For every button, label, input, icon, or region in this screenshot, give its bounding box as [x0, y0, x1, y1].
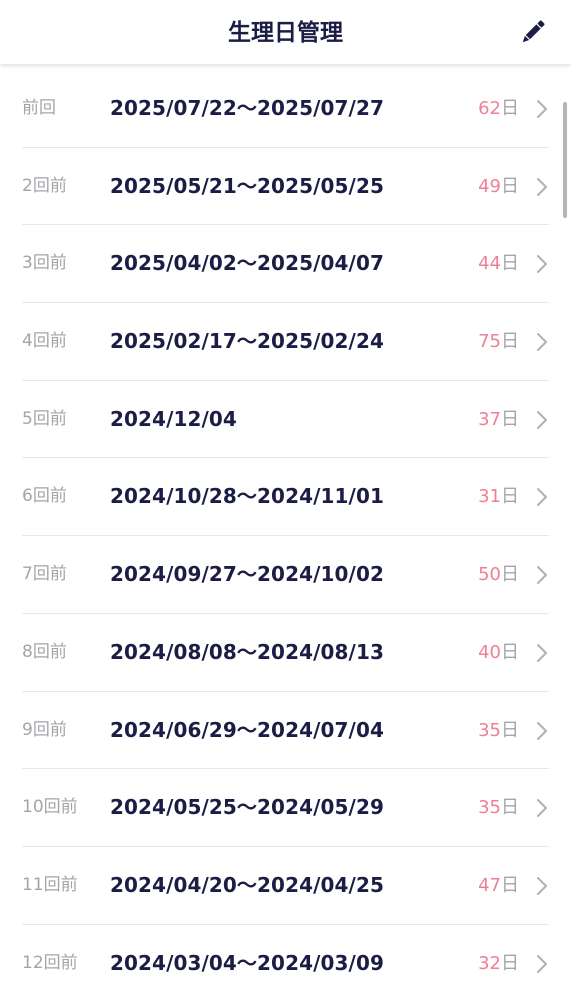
- chevron-right-icon: [537, 177, 547, 196]
- cycle-days-value: 35: [478, 719, 501, 741]
- cycle-length: 35日: [478, 692, 519, 770]
- record-dates: 2024/05/25〜2024/05/29: [110, 795, 384, 820]
- cycle-days-unit: 日: [501, 874, 519, 896]
- cycle-days-value: 31: [478, 486, 501, 508]
- record-dates: 2025/05/21〜2025/05/25: [110, 173, 384, 198]
- pencil-icon: [522, 20, 545, 43]
- record-row[interactable]: 12回前 2024/03/04〜2024/03/09 32日: [0, 925, 571, 1000]
- page-title: 生理日管理: [228, 20, 343, 46]
- cycle-days-value: 62: [478, 98, 501, 119]
- record-label: 12回前: [22, 952, 78, 973]
- cycle-length: 44日: [478, 225, 519, 303]
- cycle-days-value: 37: [478, 408, 501, 430]
- cycle-days-unit: 日: [501, 564, 519, 586]
- record-row[interactable]: 前回 2025/07/22〜2025/07/27 62日: [0, 70, 571, 148]
- cycle-days-unit: 日: [501, 797, 519, 819]
- record-label: 前回: [22, 98, 56, 118]
- record-row[interactable]: 6回前 2024/10/28〜2024/11/01 31日: [0, 458, 571, 537]
- chevron-right-icon: [537, 954, 547, 973]
- cycle-days-value: 75: [478, 331, 501, 353]
- chevron-right-icon: [537, 100, 547, 118]
- cycle-days-unit: 日: [501, 952, 519, 974]
- chevron-right-icon: [537, 566, 547, 585]
- record-row[interactable]: 10回前 2024/05/25〜2024/05/29 35日: [0, 769, 571, 847]
- record-label: 5回前: [22, 408, 67, 429]
- cycle-length: 35日: [478, 769, 519, 847]
- record-row[interactable]: 5回前 2024/12/04 37日: [0, 381, 571, 459]
- chevron-right-icon: [537, 410, 547, 429]
- cycle-days-unit: 日: [501, 331, 519, 353]
- record-label: 8回前: [22, 641, 67, 662]
- record-row[interactable]: 11回前 2024/04/20〜2024/04/25 47日: [0, 847, 571, 925]
- record-dates: 2024/03/04〜2024/03/09: [110, 950, 384, 975]
- record-row[interactable]: 7回前 2024/09/27〜2024/10/02 50日: [0, 536, 571, 614]
- record-row[interactable]: 3回前 2025/04/02〜2025/04/07 44日: [0, 225, 571, 304]
- record-row[interactable]: 4回前 2025/02/17〜2025/02/24 75日: [0, 303, 571, 381]
- cycle-days-value: 44: [478, 253, 501, 275]
- record-dates: 2025/02/17〜2025/02/24: [110, 329, 384, 354]
- record-row[interactable]: 2回前 2025/05/21〜2025/05/25 49日: [0, 148, 571, 226]
- cycle-days-value: 50: [478, 564, 501, 586]
- cycle-days-value: 32: [478, 952, 501, 974]
- record-row[interactable]: 9回前 2024/06/29〜2024/07/04 35日: [0, 692, 571, 770]
- cycle-length: 37日: [478, 381, 519, 459]
- period-record-list: 前回 2025/07/22〜2025/07/27 62日 2回前 2025/05…: [0, 70, 571, 1000]
- record-label: 3回前: [22, 253, 67, 274]
- header-bar: 生理日管理: [0, 0, 571, 64]
- cycle-length: 50日: [478, 536, 519, 614]
- chevron-right-icon: [537, 643, 547, 662]
- record-dates: 2024/08/08〜2024/08/13: [110, 639, 384, 664]
- cycle-days-value: 35: [478, 797, 501, 819]
- record-dates: 2025/04/02〜2025/04/07: [110, 251, 384, 276]
- cycle-length: 31日: [478, 458, 519, 536]
- record-dates: 2024/10/28〜2024/11/01: [110, 484, 384, 509]
- record-label: 9回前: [22, 719, 67, 740]
- chevron-right-icon: [537, 876, 547, 895]
- record-dates: 2024/12/04: [110, 406, 237, 431]
- cycle-length: 49日: [478, 148, 519, 226]
- cycle-length: 62日: [478, 70, 519, 148]
- cycle-length: 40日: [478, 614, 519, 692]
- cycle-days-unit: 日: [501, 253, 519, 275]
- record-label: 11回前: [22, 874, 78, 895]
- cycle-days-unit: 日: [501, 175, 519, 197]
- cycle-length: 47日: [478, 847, 519, 925]
- chevron-right-icon: [537, 488, 547, 507]
- cycle-days-unit: 日: [501, 486, 519, 508]
- scrollbar[interactable]: [563, 102, 567, 218]
- cycle-length: 75日: [478, 303, 519, 381]
- record-dates: 2024/04/20〜2024/04/25: [110, 872, 384, 897]
- record-row[interactable]: 8回前 2024/08/08〜2024/08/13 40日: [0, 614, 571, 692]
- chevron-right-icon: [537, 799, 547, 818]
- chevron-right-icon: [537, 333, 547, 352]
- chevron-right-icon: [537, 721, 547, 740]
- cycle-length: 32日: [478, 925, 519, 1000]
- cycle-days-unit: 日: [501, 98, 519, 119]
- cycle-days-unit: 日: [501, 408, 519, 430]
- cycle-days-value: 49: [478, 175, 501, 197]
- record-label: 7回前: [22, 564, 67, 585]
- record-dates: 2024/06/29〜2024/07/04: [110, 717, 384, 742]
- record-label: 6回前: [22, 486, 67, 507]
- chevron-right-icon: [537, 255, 547, 274]
- cycle-days-value: 47: [478, 874, 501, 896]
- record-label: 4回前: [22, 331, 67, 352]
- record-label: 10回前: [22, 797, 78, 818]
- record-label: 2回前: [22, 175, 67, 196]
- cycle-days-unit: 日: [501, 719, 519, 741]
- app-screen: 生理日管理 前回 2025/07/22〜2025/07/27 62日 2回前 2…: [0, 0, 571, 1000]
- record-dates: 2025/07/22〜2025/07/27: [110, 96, 384, 120]
- record-dates: 2024/09/27〜2024/10/02: [110, 562, 384, 587]
- edit-button[interactable]: [515, 14, 551, 50]
- cycle-days-value: 40: [478, 641, 501, 663]
- cycle-days-unit: 日: [501, 641, 519, 663]
